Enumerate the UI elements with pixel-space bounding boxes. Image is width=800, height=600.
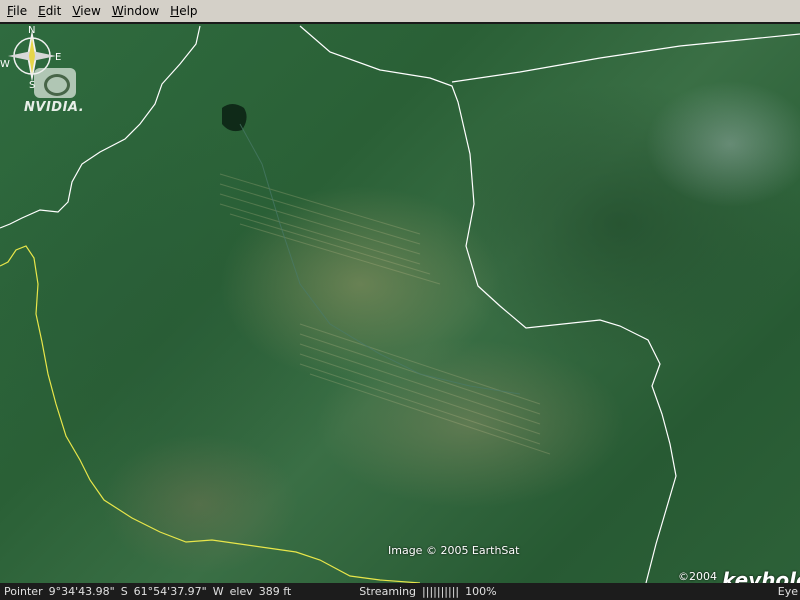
menu-bar: File Edit View Window Help: [0, 0, 800, 23]
state-border-white-2: [299, 25, 677, 583]
compass-west: W: [0, 59, 10, 70]
copyright-text: ©2004: [678, 570, 717, 583]
compass-icon[interactable]: N S E W: [0, 24, 64, 88]
image-credit: Image © 2005 EarthSat: [388, 544, 520, 557]
streaming-label: Streaming: [359, 585, 417, 598]
menu-edit[interactable]: Edit: [34, 4, 65, 18]
pointer-longitude: 61°54'37.97": [133, 585, 207, 598]
pointer-latitude-dir: S: [120, 585, 128, 598]
satellite-map-view[interactable]: NVIDIA. Image © 2005 EarthSat ©2004 keyh…: [0, 24, 800, 583]
menu-help[interactable]: Help: [166, 4, 201, 18]
menu-view[interactable]: View: [68, 4, 104, 18]
state-border-white-3: [451, 33, 800, 83]
country-border-yellow: [0, 245, 421, 583]
elevation-label: elev: [229, 585, 253, 598]
eye-altitude-label: Eye: [777, 585, 798, 598]
streaming-progress-bar: ||||||||||: [422, 585, 460, 598]
menu-window[interactable]: Window: [108, 4, 163, 18]
streaming-percent: 100%: [465, 585, 497, 598]
keyhole-logo: keyhole: [722, 568, 800, 583]
pointer-label: Pointer: [4, 585, 43, 598]
cleared-land-texture: [219, 173, 551, 455]
menu-file[interactable]: File: [3, 4, 31, 18]
pointer-latitude: 9°34'43.98": [48, 585, 115, 598]
compass-south: S: [29, 80, 35, 88]
map-overlay-layer: [0, 25, 800, 583]
dark-lake: [222, 104, 247, 132]
elevation-value: 389 ft: [258, 585, 292, 598]
status-bar: Pointer 9°34'43.98" S 61°54'37.97" W ele…: [0, 583, 800, 600]
pointer-longitude-dir: W: [212, 585, 224, 598]
nvidia-logo-text: NVIDIA.: [24, 100, 85, 115]
compass-north: N: [28, 25, 35, 36]
compass-east: E: [55, 52, 61, 63]
